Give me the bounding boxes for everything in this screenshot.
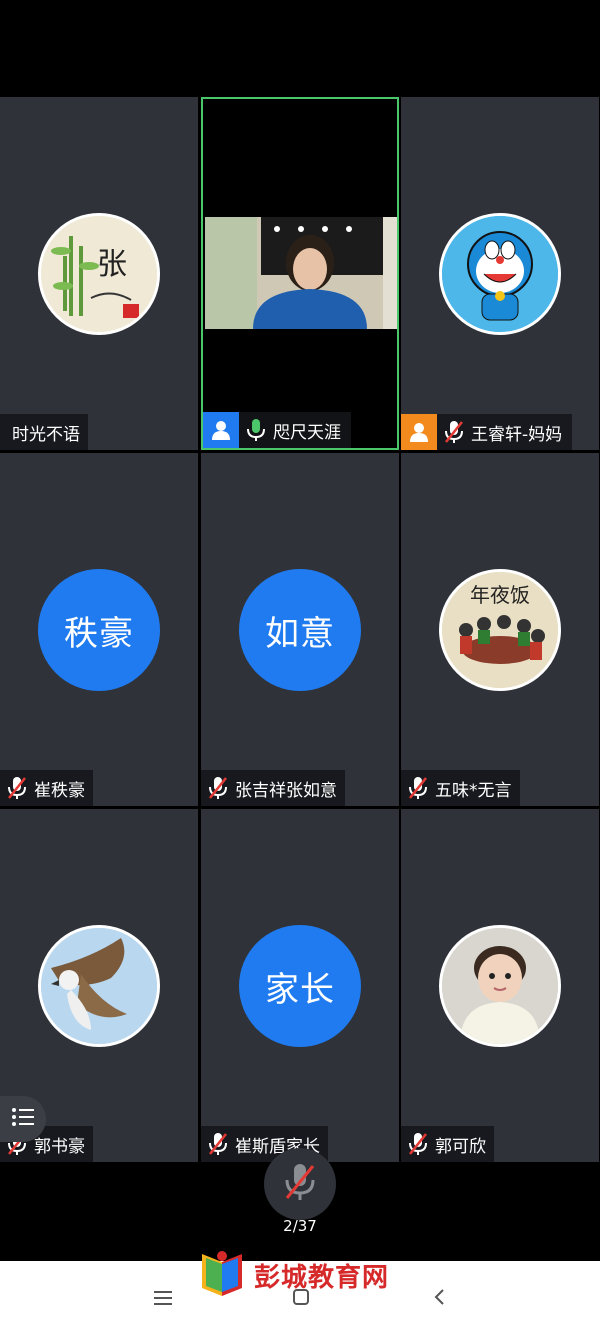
participant-tile[interactable]: 张 时光不语: [0, 97, 198, 450]
participant-name-tag: 王睿轩-妈妈: [401, 414, 573, 450]
participant-name: 郭可欣: [435, 1136, 486, 1157]
page-indicator: 2/37: [283, 1217, 317, 1235]
host-user-icon: [203, 412, 239, 448]
child-photo-avatar: [439, 925, 561, 1047]
active-speaker-tile[interactable]: 咫尺天涯: [201, 97, 399, 450]
watermark-text: 彭城教育网: [254, 1262, 390, 1293]
participant-tile[interactable]: 家长 崔斯盾家长: [201, 809, 399, 1162]
participant-tile[interactable]: 郭可欣: [401, 809, 599, 1162]
participant-name-tag: 五味*无言: [401, 770, 520, 806]
back-chevron-icon: [432, 1288, 446, 1310]
participant-name: 五味*无言: [435, 780, 512, 801]
mic-muted-icon: [6, 776, 28, 800]
participant-name-tag: 郭可欣: [401, 1126, 494, 1162]
participant-tile[interactable]: 秩豪 崔秩豪: [0, 453, 198, 806]
avatar-caption: 年夜饭: [470, 583, 530, 607]
svg-text:张: 张: [97, 247, 127, 282]
participant-name-tag: 崔秩豪: [0, 770, 93, 806]
menu-icon: [154, 1290, 172, 1309]
participant-name-tag: 咫尺天涯: [203, 412, 351, 448]
top-bar: [0, 0, 600, 97]
text-avatar: 秩豪: [38, 569, 160, 691]
participant-name: 时光不语: [12, 424, 80, 445]
participant-name: 郭书豪: [34, 1136, 85, 1157]
participant-list-button[interactable]: [0, 1096, 46, 1142]
mic-muted-icon: [407, 1132, 429, 1156]
participant-name: 张吉祥张如意: [235, 780, 337, 801]
user-icon: [401, 414, 437, 450]
book-logo-icon: [196, 1248, 248, 1302]
participant-tile[interactable]: 王睿轩-妈妈: [401, 97, 599, 450]
participant-name-tag: 时光不语: [0, 414, 88, 450]
mic-muted-icon: [283, 1162, 317, 1206]
participant-name: 王睿轩-妈妈: [471, 424, 563, 445]
text-avatar: 如意: [239, 569, 361, 691]
participant-tile[interactable]: 年夜饭 五味*无言: [401, 453, 599, 806]
family-dinner-avatar: 年夜饭: [439, 569, 561, 691]
participant-tile[interactable]: 如意 张吉祥张如意: [201, 453, 399, 806]
mute-toggle-button[interactable]: [264, 1148, 336, 1220]
participant-list-icon: [11, 1106, 35, 1132]
menu-nav-button[interactable]: [148, 1284, 178, 1314]
doraemon-avatar: [439, 213, 561, 335]
mic-muted-icon: [407, 776, 429, 800]
back-nav-button[interactable]: [424, 1284, 454, 1314]
mic-muted-icon: [207, 1132, 229, 1156]
participant-name-tag: 张吉祥张如意: [201, 770, 345, 806]
mic-muted-icon: [207, 776, 229, 800]
mic-on-icon: [245, 418, 267, 442]
watermark: 彭城教育网: [196, 1248, 389, 1302]
eagle-avatar: [38, 925, 160, 1047]
calligraphy-bamboo-avatar: 张: [38, 213, 160, 335]
participant-name: 咫尺天涯: [273, 422, 341, 443]
mic-muted-icon: [443, 420, 465, 444]
participant-name: 崔秩豪: [34, 780, 85, 801]
text-avatar: 家长: [239, 925, 361, 1047]
host-video-feed: [205, 217, 397, 329]
